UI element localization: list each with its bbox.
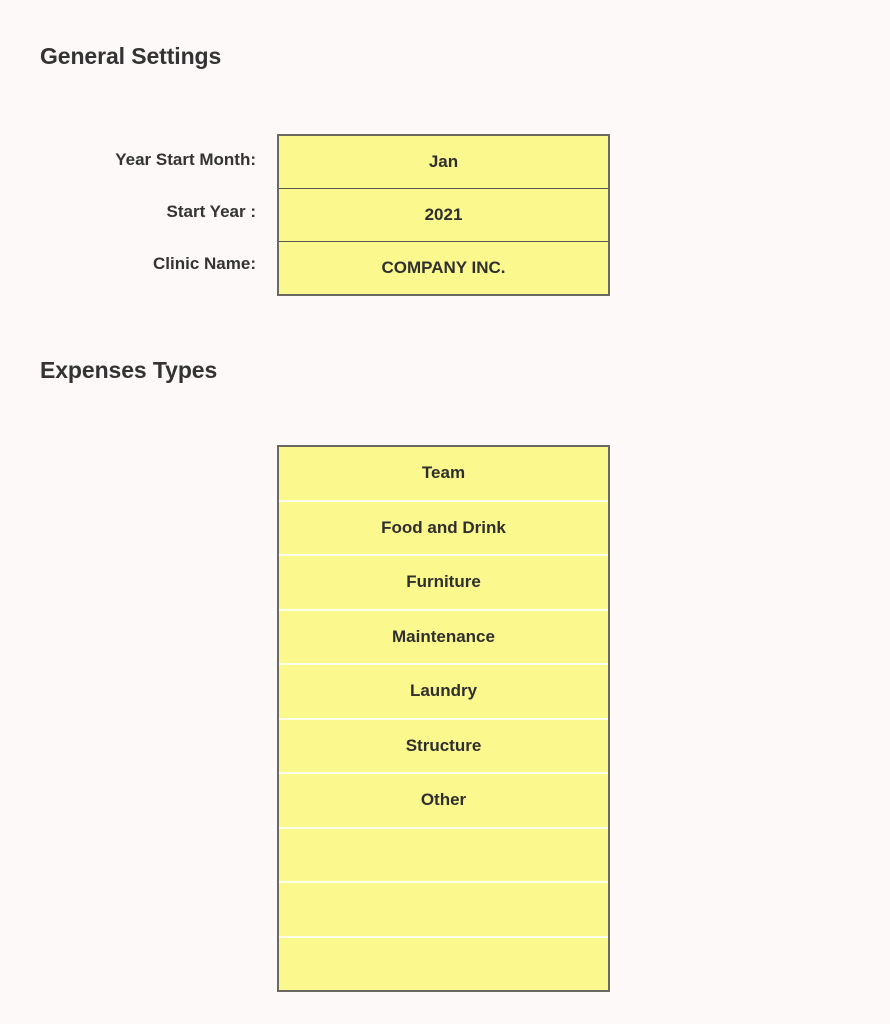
expense-type-row-10[interactable] xyxy=(279,935,608,990)
expense-type-row-3[interactable]: Furniture xyxy=(279,554,608,609)
expense-type-row-5[interactable]: Laundry xyxy=(279,663,608,718)
label-year-start-month: Year Start Month: xyxy=(115,150,256,169)
settings-page: General Settings Year Start Month: Start… xyxy=(0,0,890,1024)
expense-type-row-9[interactable] xyxy=(279,881,608,936)
expense-type-row-1[interactable]: Team xyxy=(279,447,608,500)
expense-type-row-6[interactable]: Structure xyxy=(279,717,608,772)
label-start-year: Start Year : xyxy=(166,202,256,221)
general-settings-heading: General Settings xyxy=(40,43,222,69)
input-clinic-name[interactable]: COMPANY INC. xyxy=(279,241,608,294)
label-clinic-name: Clinic Name: xyxy=(153,254,256,273)
expense-type-row-4[interactable]: Maintenance xyxy=(279,608,608,663)
expense-type-row-7[interactable]: Other xyxy=(279,772,608,827)
general-settings-value-box: Jan 2021 COMPANY INC. xyxy=(277,134,610,296)
expense-type-row-2[interactable]: Food and Drink xyxy=(279,499,608,554)
expense-type-row-8[interactable] xyxy=(279,826,608,881)
input-start-year[interactable]: 2021 xyxy=(279,188,608,241)
general-settings-labels: Year Start Month: Start Year : Clinic Na… xyxy=(0,134,256,290)
input-year-start-month[interactable]: Jan xyxy=(279,136,608,188)
expenses-types-list-box: Team Food and Drink Furniture Maintenanc… xyxy=(277,445,610,992)
expenses-types-heading: Expenses Types xyxy=(40,357,218,383)
